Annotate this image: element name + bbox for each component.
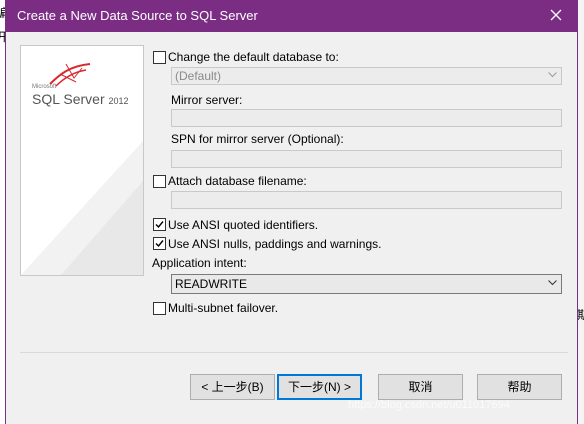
close-button[interactable]: [537, 0, 577, 32]
chevron-down-icon: [548, 280, 557, 286]
checkmark-icon: [155, 240, 164, 248]
close-icon: [550, 9, 562, 21]
multisubnet-label: Multi-subnet failover.: [168, 301, 279, 315]
multisubnet-checkbox[interactable]: [153, 302, 166, 315]
mirror-server-input[interactable]: [171, 109, 562, 127]
attach-db-checkbox[interactable]: [153, 175, 166, 188]
app-intent-select[interactable]: READWRITE: [171, 274, 562, 294]
sql-server-banner: Microsoft SQL Server 2012: [20, 45, 144, 276]
spn-input[interactable]: [171, 150, 562, 168]
default-db-value: (Default): [175, 69, 222, 83]
banner-vendor: Microsoft: [32, 84, 57, 90]
attach-db-input[interactable]: [171, 191, 562, 209]
ansi-quoted-label: Use ANSI quoted identifiers.: [168, 218, 319, 232]
help-button[interactable]: 帮助: [477, 374, 562, 400]
divider: [20, 352, 568, 353]
ansi-nulls-checkbox[interactable]: [153, 237, 166, 250]
background-text: 期: [577, 308, 584, 322]
default-db-select[interactable]: (Default): [171, 67, 562, 85]
app-intent-value: READWRITE: [175, 277, 247, 291]
window-title: Create a New Data Source to SQL Server: [17, 8, 258, 23]
ansi-nulls-label: Use ANSI nulls, paddings and warnings.: [168, 237, 382, 251]
dialog-window: Create a New Data Source to SQL Server M…: [5, 0, 578, 424]
mirror-label: Mirror server:: [171, 93, 243, 107]
chevron-down-icon: [548, 72, 557, 78]
change-db-label: Change the default database to:: [168, 50, 339, 64]
cancel-button[interactable]: 取消: [378, 374, 463, 400]
watermark: https://blog.csdn.net/u011017694: [348, 399, 510, 411]
spn-label: SPN for mirror server (Optional):: [171, 132, 344, 146]
checkmark-icon: [155, 221, 164, 229]
back-button[interactable]: < 上一步(B): [190, 374, 275, 400]
attach-db-label: Attach database filename:: [168, 174, 307, 188]
title-bar[interactable]: Create a New Data Source to SQL Server: [6, 0, 577, 32]
next-button[interactable]: 下一步(N) >: [277, 374, 362, 400]
ansi-quoted-checkbox[interactable]: [153, 218, 166, 231]
app-intent-label: Application intent:: [152, 256, 247, 270]
banner-decoration: [21, 141, 143, 275]
banner-product: SQL Server 2012: [32, 91, 129, 107]
change-db-checkbox[interactable]: [153, 51, 166, 64]
